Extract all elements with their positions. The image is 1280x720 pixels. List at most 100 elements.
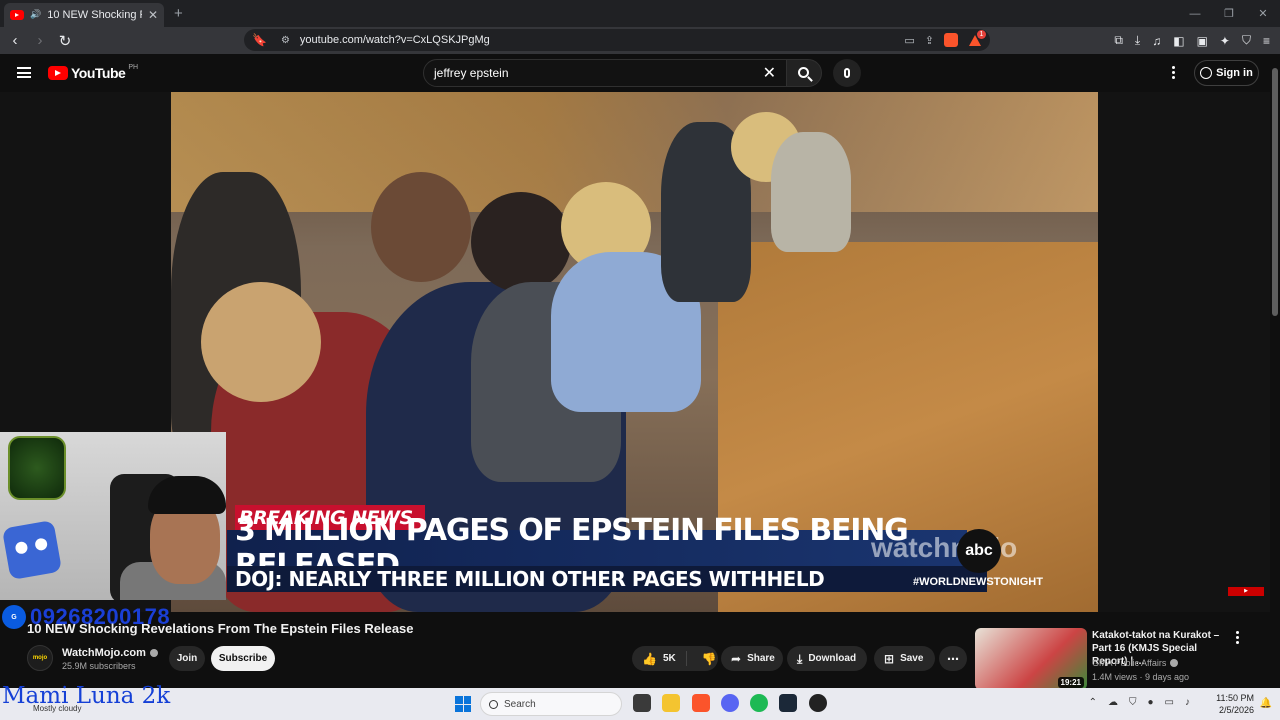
headline-chyron: 3 MILLION PAGES OF EPSTEIN FILES BEING R… [227,513,967,583]
recommended-channel-row[interactable]: GMA Public Affairs [1092,658,1179,668]
new-tab-button[interactable]: + [174,5,183,22]
cast-icon[interactable]: ▭ [904,34,914,47]
task-view-icon[interactable] [633,694,651,712]
channel-name[interactable]: WatchMojo.com [62,647,146,659]
url-text[interactable]: youtube.com/watch?v=CxLQSKJPgMg [300,34,904,46]
mic-tray-icon[interactable]: ● [1148,697,1154,708]
streamer-logo-badge [8,436,66,500]
tab-close-icon[interactable]: ✕ [148,8,158,22]
guide-menu-icon[interactable] [17,67,31,78]
browser-tab-active[interactable]: 🔊 10 NEW Shocking Revelations ✕ [4,2,164,27]
taskbar-clock[interactable]: 11:50 PM 2/5/2026 [1216,692,1254,716]
share-label: Share [747,653,775,664]
browser-toolbar: ‹ › ↻ 🔖 ⚙ youtube.com/watch?v=CxLQSKJPgM… [0,27,1280,54]
settings-menu-icon[interactable] [1172,66,1176,79]
youtube-play-icon [48,66,68,80]
recommended-thumbnail[interactable]: 19:21 [975,628,1087,690]
downloads-icon[interactable]: ⤓ [1135,33,1140,48]
recommended-channel[interactable]: GMA Public Affairs [1092,658,1166,668]
tray-overflow-icon[interactable]: ⌃ [1089,697,1097,708]
bookmark-icon[interactable]: 🔖 [252,33,267,47]
download-label: Download [808,653,857,664]
window-controls: — ❐ ✕ [1178,0,1280,27]
bookmark-add-icon: ⊞ [884,651,895,666]
channel-avatar[interactable]: mojo [27,645,53,671]
sign-in-button[interactable]: Sign in [1194,60,1259,86]
youtube-logo[interactable]: YouTube PH [48,63,139,81]
gcash-icon: G [2,605,26,629]
windows-taskbar: Mostly cloudy Search ⌃ ☁ ⛉ ● ▭ ♪ 11:50 P… [0,688,1280,720]
forward-icon[interactable]: › [30,31,50,51]
youtube-header: YouTube PH jeffrey epstein ✕ Sign in [0,54,1280,92]
system-tray: ⌃ ☁ ⛉ ● ▭ ♪ [1089,697,1190,708]
minimize-button[interactable]: — [1178,0,1212,27]
media-icon[interactable]: ♫ [1152,34,1161,48]
video-player[interactable]: BREAKING NEWS 3 MILLION PAGES OF EPSTEIN… [171,92,1098,612]
taskbar-search[interactable]: Search [480,692,622,716]
notification-bell-icon[interactable]: 🔔 [1260,698,1272,709]
share-button[interactable]: ➦ Share [721,646,783,671]
streamer-hair [148,476,226,514]
back-icon[interactable]: ‹ [5,31,25,51]
network-icon[interactable]: ▭ [1165,697,1174,708]
subscribe-watermark-icon[interactable]: ▶ [1228,587,1264,596]
abc-logo: abc [957,529,1001,573]
brave-rewards-icon[interactable]: 1 [968,30,986,47]
account-icon [1200,67,1213,79]
search-button[interactable] [786,59,822,87]
shield-icon[interactable]: ⛉ [1129,697,1137,708]
windows-start-icon[interactable] [455,696,471,712]
discord-icon[interactable] [721,694,739,712]
sidebar-icon[interactable]: ⧉ [1114,33,1123,48]
file-explorer-icon[interactable] [662,694,680,712]
join-button[interactable]: Join [169,646,205,671]
like-dislike-group: 👍 5K 👎 [632,646,718,671]
side-panel-icon[interactable]: ◧ [1173,34,1184,48]
page-scrollbar[interactable] [1270,54,1280,688]
country-code: PH [128,63,139,71]
reload-icon[interactable]: ↻ [55,31,75,51]
steam-icon[interactable] [779,694,797,712]
channel-name-row[interactable]: WatchMojo.com [62,647,158,659]
thumbs-down-icon: 👎 [701,651,717,666]
obs-icon[interactable] [809,694,827,712]
save-button[interactable]: ⊞ Save [874,646,935,671]
download-button[interactable]: ⤓ Download [787,646,867,671]
thumbs-up-icon: 👍 [642,651,657,666]
recommended-menu-icon[interactable] [1236,631,1239,644]
spotify-icon[interactable] [750,694,768,712]
recommended-meta: 1.4M views · 9 days ago [1092,672,1190,682]
cloud-icon[interactable]: ☁ [1108,697,1118,708]
address-bar[interactable]: 🔖 ⚙ youtube.com/watch?v=CxLQSKJPgMg ▭ ⇪ … [244,29,990,51]
clear-search-icon[interactable]: ✕ [763,63,776,83]
plush-toy [1,519,63,581]
video-title: 10 NEW Shocking Revelations From The Eps… [27,621,414,636]
close-window-button[interactable]: ✕ [1246,0,1280,27]
search-query[interactable]: jeffrey epstein [434,66,763,80]
download-icon: ⤓ [797,651,803,666]
site-settings-icon[interactable]: ⚙ [281,35,290,46]
search-input[interactable]: jeffrey epstein ✕ [423,59,787,87]
tab-title: 10 NEW Shocking Revelations [47,8,142,21]
share-page-icon[interactable]: ⇪ [925,34,934,47]
brave-shields-icon[interactable] [944,33,958,47]
wallet-icon[interactable]: ▣ [1197,34,1208,48]
speaker-icon[interactable]: 🔊 [30,9,41,20]
scrollbar-thumb[interactable] [1272,68,1278,316]
verified-icon [149,649,158,657]
more-actions-button[interactable]: ⋯ [939,646,967,671]
voice-search-button[interactable] [833,59,861,87]
streamer-name-overlay: Mami Luna 2k [2,683,171,709]
vpn-icon[interactable]: ⛉ [1242,33,1251,48]
menu-icon[interactable]: ≡ [1263,34,1270,48]
news-hashtag: #WORLDNEWSTONIGHT [913,576,1043,588]
leo-ai-icon[interactable]: ✦ [1220,34,1230,48]
verified-icon [1170,659,1179,667]
taskbar-search-placeholder: Search [504,698,536,710]
volume-icon[interactable]: ♪ [1185,697,1190,708]
subscribe-button[interactable]: Subscribe [211,646,275,671]
like-button[interactable]: 👍 5K [632,651,687,666]
maximize-button[interactable]: ❐ [1212,0,1246,27]
brave-browser-icon[interactable] [692,694,710,712]
clock-date: 2/5/2026 [1218,705,1254,715]
